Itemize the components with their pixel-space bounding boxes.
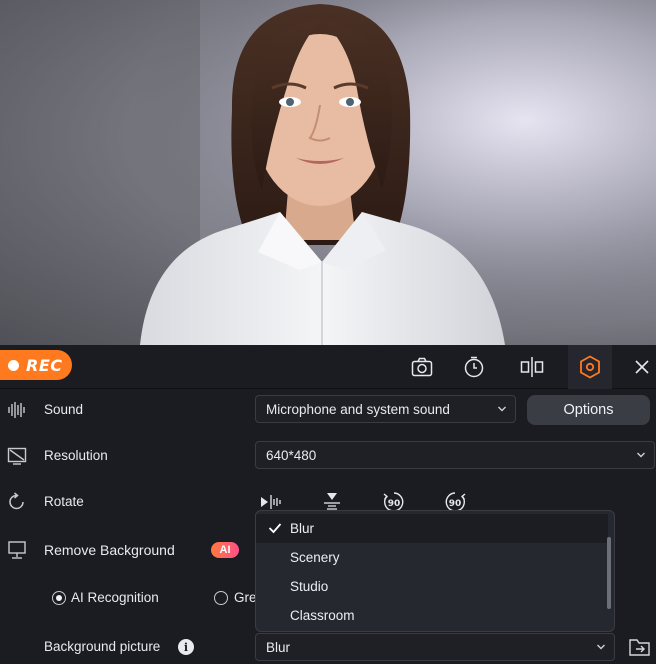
toolbar: REC	[0, 345, 656, 389]
dropdown-item-label: Studio	[290, 579, 329, 594]
sound-wave-icon	[6, 399, 28, 421]
resolution-select[interactable]: 640*480	[255, 441, 655, 469]
rotate-left-degrees: 90	[388, 499, 401, 509]
webcam-person-image	[0, 0, 656, 345]
settings-hexagon-icon	[580, 355, 600, 379]
sound-select-value: Microphone and system sound	[266, 401, 450, 417]
dropdown-scrollbar[interactable]	[607, 537, 611, 609]
dropdown-item-studio[interactable]: Studio	[256, 572, 608, 601]
resolution-icon	[6, 445, 28, 467]
background-picture-select[interactable]: Blur	[255, 633, 615, 661]
remove-background-label: Remove Background	[44, 542, 175, 558]
close-icon	[635, 360, 649, 374]
resolution-select-value: 640*480	[266, 447, 317, 463]
flip-horizontal-icon	[261, 495, 281, 509]
ai-recognition-radio[interactable]	[52, 591, 66, 605]
rotate-label: Rotate	[44, 494, 84, 509]
dropdown-item-scenery[interactable]: Scenery	[256, 543, 608, 572]
ai-badge: AI	[211, 542, 239, 558]
green-screen-radio[interactable]	[214, 591, 228, 605]
remove-background-icon	[6, 539, 28, 561]
dropdown-item-blur[interactable]: Blur	[256, 514, 608, 543]
settings-button[interactable]	[568, 345, 612, 389]
sound-select[interactable]: Microphone and system sound	[255, 395, 516, 423]
chevron-down-icon	[597, 644, 605, 650]
screenshot-button[interactable]	[400, 345, 444, 389]
dropdown-item-label: Scenery	[290, 550, 340, 565]
chevron-down-icon	[637, 452, 645, 458]
folder-import-icon	[629, 639, 650, 656]
sound-label: Sound	[44, 402, 84, 417]
rotate-icon	[6, 491, 28, 513]
dropdown-item-label: Classroom	[290, 608, 355, 623]
camera-preview	[0, 0, 656, 345]
open-folder-button[interactable]	[628, 635, 652, 659]
background-picture-value: Blur	[266, 639, 291, 655]
ai-recognition-label[interactable]: AI Recognition	[71, 590, 159, 605]
info-icon[interactable]: i	[178, 639, 194, 655]
close-button[interactable]	[620, 345, 656, 389]
dropdown-item-label: Blur	[290, 521, 315, 536]
rotate-right-degrees: 90	[449, 499, 462, 509]
resolution-label: Resolution	[44, 448, 108, 463]
options-button[interactable]: Options	[527, 395, 650, 425]
timer-button[interactable]	[452, 345, 496, 389]
background-picture-label: Background picture	[44, 639, 161, 654]
check-icon	[268, 523, 282, 534]
split-view-button[interactable]	[510, 345, 554, 389]
timer-icon	[464, 356, 484, 378]
rec-button[interactable]: REC	[0, 350, 72, 380]
rec-label: REC	[26, 355, 63, 375]
chevron-down-icon	[498, 406, 506, 412]
split-view-icon	[520, 357, 544, 377]
background-dropdown: Blur Scenery Studio Classroom	[255, 510, 615, 632]
record-dot-icon	[8, 359, 19, 371]
green-screen-label[interactable]: Gre	[234, 590, 257, 605]
dropdown-item-classroom[interactable]: Classroom	[256, 601, 608, 630]
camera-icon	[411, 357, 433, 377]
